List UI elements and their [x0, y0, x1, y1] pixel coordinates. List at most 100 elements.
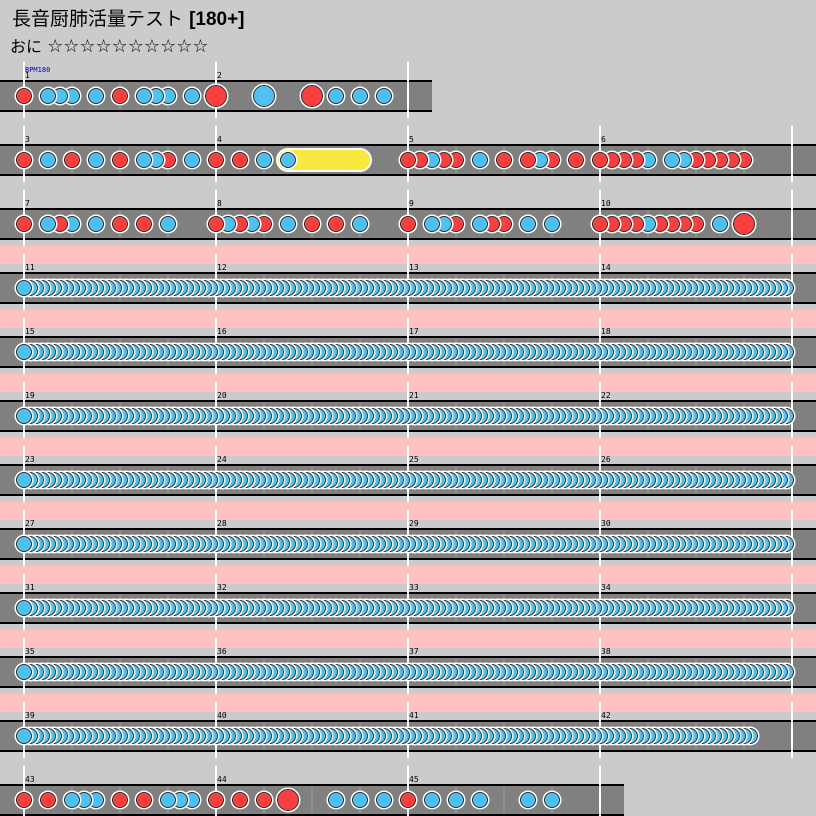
don-note	[110, 214, 130, 234]
chart-row: 23 24 25 26	[0, 438, 816, 502]
ka-note	[662, 150, 682, 170]
measure-number: 13	[409, 263, 419, 272]
ka-note	[470, 790, 490, 810]
measure-number: 24	[217, 455, 227, 464]
ka-note	[62, 790, 82, 810]
ka-note	[14, 278, 34, 298]
measure-number: 37	[409, 647, 419, 656]
measure-number: 32	[217, 583, 227, 592]
measure-number: 35	[25, 647, 35, 656]
chart-row: 19 20 21 22	[0, 374, 816, 438]
don-note	[398, 790, 418, 810]
measure-number: 9	[409, 199, 414, 208]
ka-note	[350, 86, 370, 106]
measure-number: 7	[25, 199, 30, 208]
measure-number: 28	[217, 519, 227, 528]
ka-note	[182, 150, 202, 170]
measure-number: 19	[25, 391, 35, 400]
ka-note	[86, 86, 106, 106]
ka-note	[86, 150, 106, 170]
measure-number: 29	[409, 519, 419, 528]
ka-note	[374, 790, 394, 810]
ka-note	[38, 86, 58, 106]
ka-note	[542, 214, 562, 234]
chart-row: 11 12 13 14	[0, 246, 816, 310]
chart-row: 39 40 41 42	[0, 694, 816, 758]
don-note	[398, 214, 418, 234]
ka-note	[350, 214, 370, 234]
measure-number: 43	[25, 775, 35, 784]
measure-number: 5	[409, 135, 414, 144]
don-note	[326, 214, 346, 234]
ka-note	[14, 726, 34, 746]
measure-number: 30	[601, 519, 611, 528]
measure-number: 3	[25, 135, 30, 144]
don-note	[14, 150, 34, 170]
measure-number: 23	[25, 455, 35, 464]
ka-note	[14, 470, 34, 490]
lane-top-border	[0, 784, 624, 786]
measure-number: 44	[217, 775, 227, 784]
don-note	[110, 790, 130, 810]
taiko-chart: 1 2BPM1803 4 5 67 8 9 1011 12 13 1415 16 17 1819 20 21 2…	[0, 62, 816, 816]
measure-number: 31	[25, 583, 35, 592]
ka-note	[350, 790, 370, 810]
measure-number: 33	[409, 583, 419, 592]
don-note	[110, 150, 130, 170]
big-don-note	[203, 83, 229, 109]
ka-note	[374, 86, 394, 106]
don-note	[110, 86, 130, 106]
don-note	[230, 150, 250, 170]
ka-note	[470, 214, 490, 234]
measure-number: 34	[601, 583, 611, 592]
don-note	[38, 790, 58, 810]
chart-row: 7 8 9 10	[0, 190, 816, 246]
measure-number: 41	[409, 711, 419, 720]
don-note	[590, 214, 610, 234]
measure-number: 38	[601, 647, 611, 656]
don-note	[62, 150, 82, 170]
big-don-note	[731, 211, 757, 237]
measure-number: 12	[217, 263, 227, 272]
measure-number: 16	[217, 327, 227, 336]
ka-note	[38, 150, 58, 170]
ka-note	[422, 790, 442, 810]
don-note	[566, 150, 586, 170]
measure-number: 8	[217, 199, 222, 208]
measure-number: 27	[25, 519, 35, 528]
measure-number: 21	[409, 391, 419, 400]
ka-note	[278, 150, 298, 170]
don-note	[494, 150, 514, 170]
ka-note	[86, 214, 106, 234]
ka-note	[518, 214, 538, 234]
chart-row: 3 4 5 6	[0, 126, 816, 182]
ka-note	[422, 214, 442, 234]
ka-note	[14, 662, 34, 682]
ka-note	[518, 790, 538, 810]
measure-number: 4	[217, 135, 222, 144]
ka-note	[182, 86, 202, 106]
ka-note	[446, 790, 466, 810]
ka-note	[14, 342, 34, 362]
don-note	[14, 790, 34, 810]
don-note	[14, 214, 34, 234]
measure-number: 17	[409, 327, 419, 336]
ka-note	[14, 534, 34, 554]
don-note	[206, 214, 226, 234]
don-note	[206, 790, 226, 810]
measure-number: 15	[25, 327, 35, 336]
ka-note	[470, 150, 490, 170]
ka-note	[326, 86, 346, 106]
measure-number: 39	[25, 711, 35, 720]
ka-note	[14, 598, 34, 618]
measure-number: 22	[601, 391, 611, 400]
don-note	[14, 86, 34, 106]
chart-row: 15 16 17 18	[0, 310, 816, 374]
big-don-note	[299, 83, 325, 109]
chart-row: 1 2BPM180	[0, 62, 432, 118]
measure-number: 42	[601, 711, 611, 720]
don-note	[398, 150, 418, 170]
ka-note	[14, 406, 34, 426]
ka-note	[542, 790, 562, 810]
measure-number: 10	[601, 199, 611, 208]
